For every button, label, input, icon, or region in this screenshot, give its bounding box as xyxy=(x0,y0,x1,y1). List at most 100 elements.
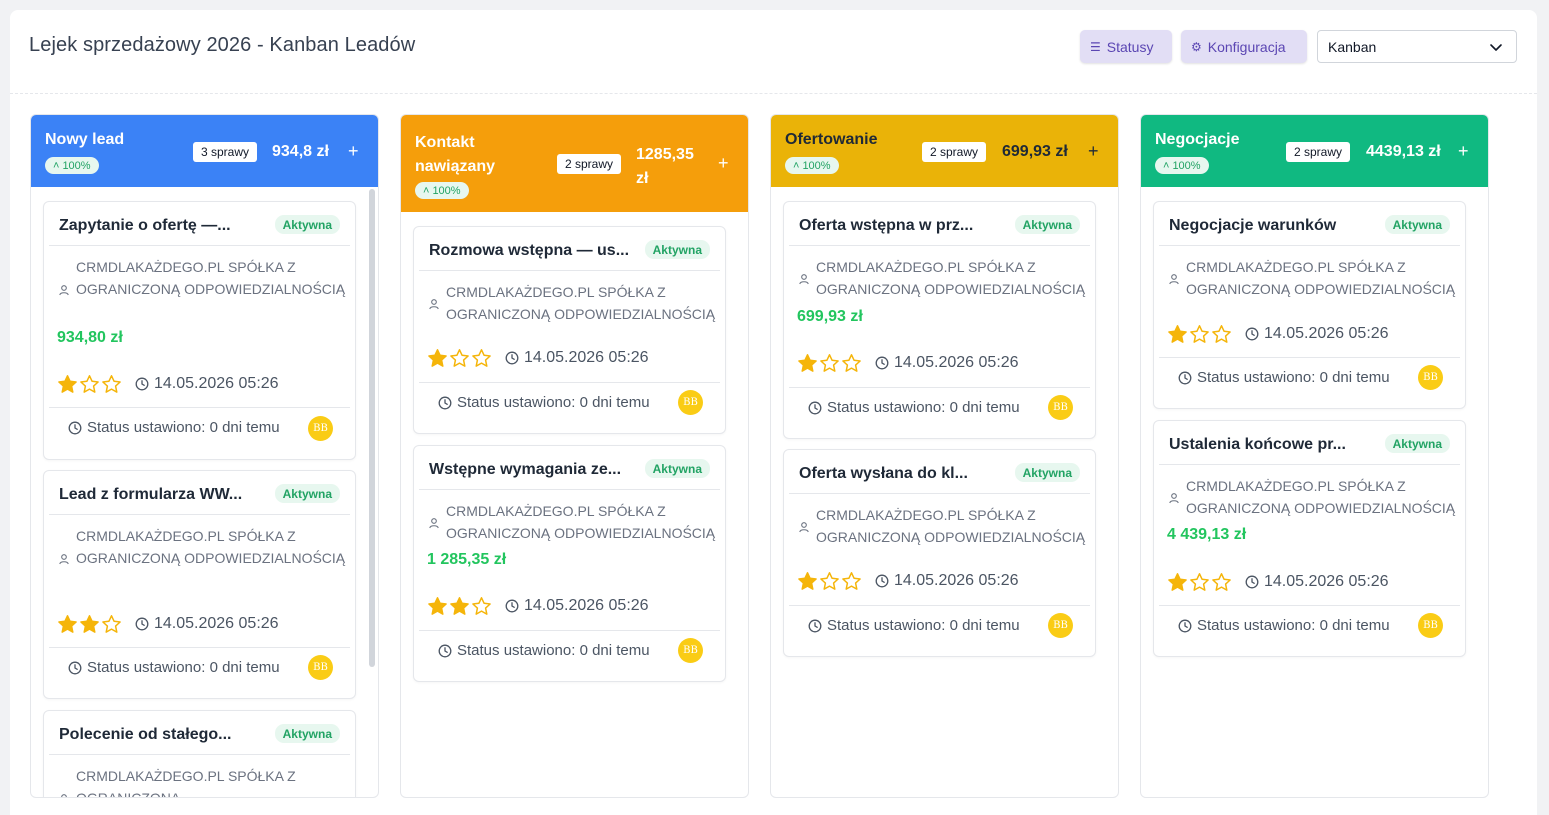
star-filled-icon[interactable] xyxy=(57,374,78,395)
star-filled-icon[interactable] xyxy=(1167,572,1188,593)
caret-up-icon: ˄ xyxy=(1163,159,1170,172)
star-empty-icon[interactable] xyxy=(101,374,122,395)
card-title[interactable]: Zapytanie o ofertę —... xyxy=(59,217,231,235)
status-badge: Aktywna xyxy=(1384,215,1450,234)
divider xyxy=(419,630,720,631)
card-date: 14.05.2026 05:26 xyxy=(135,615,279,633)
status-badge: Aktywna xyxy=(644,240,710,259)
configuration-button[interactable]: ⚙ Konfiguracja xyxy=(1181,30,1307,63)
rating-stars[interactable] xyxy=(427,596,492,617)
star-empty-icon[interactable] xyxy=(819,353,840,374)
avatar[interactable]: BB xyxy=(678,638,703,663)
rating-stars[interactable] xyxy=(797,571,862,592)
add-card-button[interactable]: + xyxy=(718,153,729,174)
clock-icon xyxy=(875,574,889,588)
star-empty-icon[interactable] xyxy=(1189,324,1210,345)
caret-up-icon: ˄ xyxy=(423,184,430,197)
column-sum: 1285,35 zł xyxy=(636,146,694,187)
divider xyxy=(419,489,720,490)
lead-card[interactable]: Polecenie od stałego... Aktywna CRMDLAKA… xyxy=(43,710,356,797)
card-title[interactable]: Oferta wysłana do kl... xyxy=(799,465,968,483)
divider xyxy=(49,407,350,408)
rating-stars[interactable] xyxy=(1167,324,1232,345)
divider xyxy=(789,493,1090,494)
lead-card[interactable]: Ustalenia końcowe pr... Aktywna CRMDLAKA… xyxy=(1153,420,1466,657)
column-title: Nowy lead xyxy=(45,131,125,148)
avatar[interactable]: BB xyxy=(308,655,333,680)
clock-icon xyxy=(438,644,452,657)
rating-stars[interactable] xyxy=(57,374,122,395)
avatar[interactable]: BB xyxy=(1048,395,1073,420)
card-title[interactable]: Wstępne wymagania ze... xyxy=(429,461,621,479)
add-card-button[interactable]: + xyxy=(1458,141,1469,162)
card-title[interactable]: Ustalenia końcowe pr... xyxy=(1169,436,1346,454)
statuses-button[interactable]: ☰ Statusy xyxy=(1080,30,1172,63)
card-title[interactable]: Polecenie od stałego... xyxy=(59,726,232,744)
status-set-info: Status ustawiono: 0 dni temu xyxy=(1178,369,1390,386)
column-title: Ofertowanie xyxy=(785,131,878,148)
rating-stars[interactable] xyxy=(1167,572,1232,593)
column-negocjacje: Negocjacje ˄ 100% 2 sprawy 4439,13 zł + N… xyxy=(1140,114,1489,798)
card-title[interactable]: Oferta wstępna w prz... xyxy=(799,217,973,235)
star-filled-icon[interactable] xyxy=(797,353,818,374)
date-text: 14.05.2026 05:26 xyxy=(524,349,649,366)
star-filled-icon[interactable] xyxy=(427,596,448,617)
lead-card[interactable]: Oferta wstępna w prz... Aktywna CRMDLAKA… xyxy=(783,201,1096,439)
star-empty-icon[interactable] xyxy=(841,571,862,592)
lead-card[interactable]: Zapytanie o ofertę —... Aktywna CRMDLAKA… xyxy=(43,201,356,460)
company-name: CRMDLAKAŻDEGO.PL SPÓŁKA Z OGRANICZONĄ OD… xyxy=(76,528,346,566)
view-select[interactable]: Kanban xyxy=(1317,30,1517,63)
add-card-button[interactable]: + xyxy=(1088,141,1099,162)
star-empty-icon[interactable] xyxy=(101,614,122,635)
avatar[interactable]: BB xyxy=(1418,365,1443,390)
add-card-button[interactable]: + xyxy=(348,141,359,162)
star-empty-icon[interactable] xyxy=(79,374,100,395)
avatar[interactable]: BB xyxy=(1048,613,1073,638)
card-title[interactable]: Negocjacje warunków xyxy=(1169,217,1336,235)
deal-amount: 934,80 zł xyxy=(57,329,123,346)
star-filled-icon[interactable] xyxy=(57,614,78,635)
clock-icon xyxy=(1178,371,1192,384)
progress-badge: ˄ 100% xyxy=(45,157,99,174)
lead-card[interactable]: Rozmowa wstępna — us... Aktywna CRMDLAKA… xyxy=(413,226,726,434)
star-empty-icon[interactable] xyxy=(1189,572,1210,593)
progress-value: 100% xyxy=(802,159,831,172)
view-select-value: Kanban xyxy=(1328,38,1377,55)
cases-count-badge: 2 sprawy xyxy=(557,154,622,174)
star-empty-icon[interactable] xyxy=(1211,572,1232,593)
rating-stars[interactable] xyxy=(57,614,122,635)
card-title[interactable]: Lead z formularza WW... xyxy=(59,486,242,504)
star-empty-icon[interactable] xyxy=(471,348,492,369)
avatar[interactable]: BB xyxy=(678,390,703,415)
status-badge: Aktywna xyxy=(1014,215,1080,234)
rating-stars[interactable] xyxy=(797,353,862,374)
avatar[interactable]: BB xyxy=(1418,613,1443,638)
star-empty-icon[interactable] xyxy=(819,571,840,592)
column-title: Kontakt nawiązany xyxy=(415,134,496,175)
caret-up-icon: ˄ xyxy=(53,159,60,172)
star-filled-icon[interactable] xyxy=(1167,324,1188,345)
star-filled-icon[interactable] xyxy=(797,571,818,592)
avatar[interactable]: BB xyxy=(308,416,333,441)
rating-stars[interactable] xyxy=(427,348,492,369)
status-set-info: Status ustawiono: 0 dni temu xyxy=(438,394,650,411)
star-filled-icon[interactable] xyxy=(449,596,470,617)
lead-card[interactable]: Oferta wysłana do kl... Aktywna CRMDLAKA… xyxy=(783,449,1096,657)
lead-card[interactable]: Lead z formularza WW... Aktywna CRMDLAKA… xyxy=(43,470,356,699)
clock-icon xyxy=(135,617,149,631)
star-empty-icon[interactable] xyxy=(841,353,862,374)
card-title[interactable]: Rozmowa wstępna — us... xyxy=(429,242,629,260)
star-empty-icon[interactable] xyxy=(1211,324,1232,345)
clock-icon xyxy=(875,356,889,370)
star-filled-icon[interactable] xyxy=(427,348,448,369)
date-text: 14.05.2026 05:26 xyxy=(154,375,279,392)
star-filled-icon[interactable] xyxy=(79,614,100,635)
clock-icon xyxy=(505,599,519,613)
star-empty-icon[interactable] xyxy=(449,348,470,369)
status-set-info: Status ustawiono: 0 dni temu xyxy=(68,659,280,676)
lead-card[interactable]: Wstępne wymagania ze... Aktywna CRMDLAKA… xyxy=(413,445,726,682)
column-scrollbar[interactable] xyxy=(369,189,375,667)
status-set-info: Status ustawiono: 0 dni temu xyxy=(808,617,1020,634)
lead-card[interactable]: Negocjacje warunków Aktywna CRMDLAKAŻDEG… xyxy=(1153,201,1466,409)
star-empty-icon[interactable] xyxy=(471,596,492,617)
